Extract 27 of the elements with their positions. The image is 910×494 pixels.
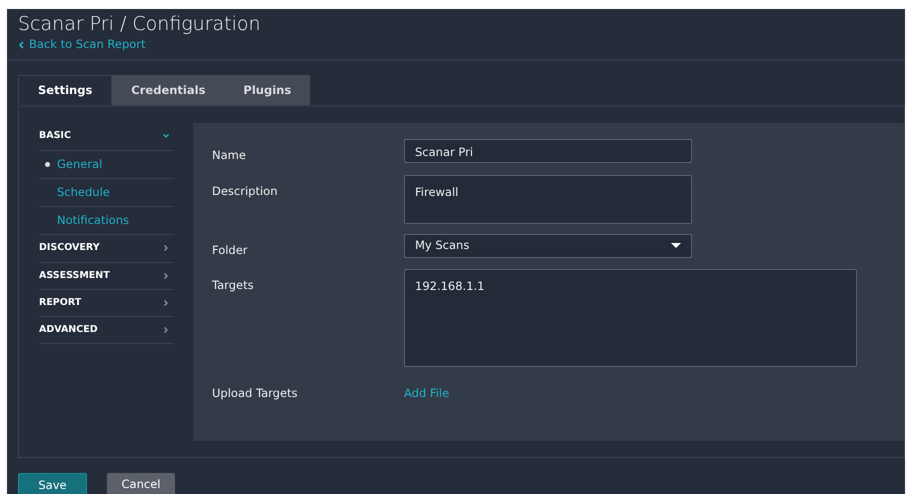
dropdown-caret-icon — [671, 242, 681, 249]
sidebar-item[interactable]: Notifications — [57, 212, 129, 230]
field-label: Targets — [212, 276, 255, 294]
save-button[interactable]: Save — [18, 473, 87, 494]
field-label: Description — [212, 182, 278, 200]
text-area[interactable]: Firewall — [404, 174, 692, 224]
field-label: Folder — [212, 242, 249, 259]
sidebar-section[interactable]: REPORT — [39, 290, 174, 318]
sidebar-item[interactable]: General — [57, 156, 102, 173]
sidebar-section[interactable]: BASIC — [39, 123, 174, 151]
sidebar-item[interactable]: Schedule — [57, 184, 110, 202]
back-chevron-icon — [18, 40, 24, 49]
back-link[interactable]: Back to Scan Report — [18, 36, 146, 51]
page-title: Scanar Pri / Configuration — [18, 13, 262, 36]
folder-dropdown[interactable]: My Scans — [404, 234, 692, 258]
sidebar-section[interactable]: ADVANCED — [39, 317, 174, 344]
field-label: Upload Targets — [212, 384, 299, 402]
sidebar-section[interactable]: ASSESSMENT — [39, 262, 174, 290]
text-field[interactable]: Scanar Pri — [404, 139, 692, 164]
sidebar-section[interactable]: DISCOVERY — [39, 235, 174, 263]
cancel-button[interactable]: Cancel — [107, 473, 175, 494]
field-label: Name — [212, 147, 247, 164]
text-area[interactable]: 192.168.1.1 — [404, 268, 857, 367]
tab[interactable]: Credentials — [112, 75, 224, 106]
add-file-link[interactable]: Add File — [404, 376, 450, 402]
tab[interactable]: Plugins — [224, 75, 310, 106]
tab[interactable]: Settings — [18, 75, 112, 106]
